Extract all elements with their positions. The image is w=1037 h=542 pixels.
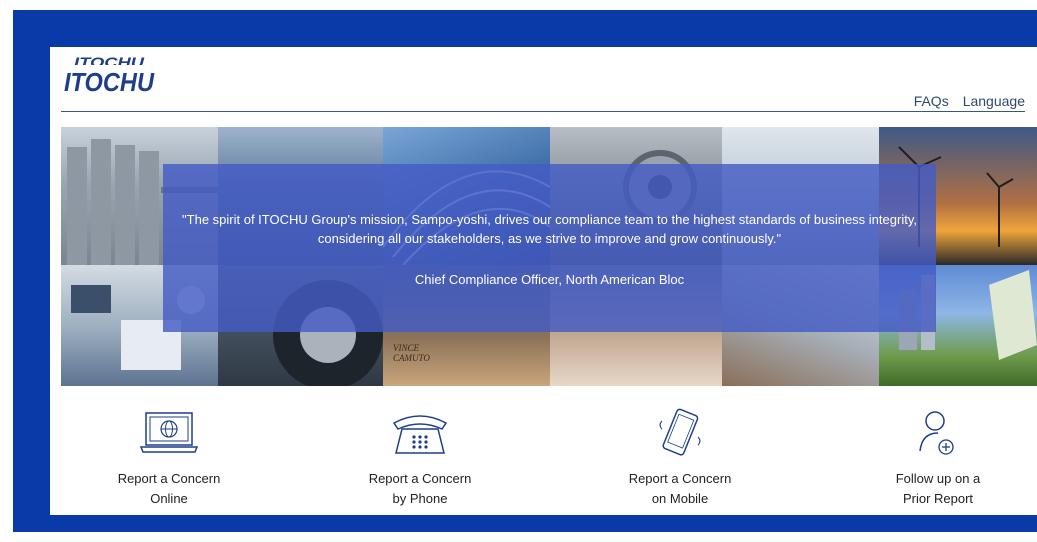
action-online-line1: Report a Concern — [117, 471, 221, 486]
telephone-icon — [330, 407, 510, 459]
quote-overlay: "The spirit of ITOCHU Group's mission, S… — [163, 164, 936, 332]
header-divider — [61, 111, 1025, 112]
report-actions: Report a Concern Online Report a Concern — [50, 407, 1037, 515]
mobile-phone-icon — [590, 407, 770, 459]
action-phone-line1: Report a Concern — [368, 471, 472, 486]
action-followup-line1: Follow up on a — [895, 471, 981, 486]
report-mobile-button[interactable]: Report a Concern on Mobile — [590, 407, 770, 509]
vince-camuto-sign: VINCE CAMUTO — [393, 343, 430, 363]
action-followup-line2: Prior Report — [902, 491, 974, 506]
laptop-globe-icon — [79, 407, 259, 459]
main-panel: ITOCHU ITOCHU FAQs Language VINCE CAMUTO… — [50, 47, 1037, 515]
report-online-button[interactable]: Report a Concern Online — [79, 407, 259, 509]
follow-up-button[interactable]: Follow up on a Prior Report — [848, 407, 1028, 509]
hero-attribution: Chief Compliance Officer, North American… — [414, 272, 685, 287]
action-mobile-line1: Report a Concern — [628, 471, 732, 486]
action-mobile-line2: on Mobile — [651, 491, 709, 506]
hero-quote: "The spirit of ITOCHU Group's mission, S… — [182, 212, 917, 246]
hero-banner: VINCE CAMUTO "The spirit of ITOCHU Group… — [61, 127, 1037, 386]
itochu-logo[interactable]: ITOCHU ITOCHU — [61, 56, 161, 96]
action-online-line2: Online — [150, 491, 188, 506]
top-nav: FAQs Language — [914, 93, 1025, 109]
action-phone-line2: by Phone — [392, 491, 448, 506]
header: ITOCHU ITOCHU FAQs Language — [50, 47, 1037, 113]
user-add-icon — [848, 407, 1028, 459]
language-link[interactable]: Language — [963, 93, 1025, 109]
report-phone-button[interactable]: Report a Concern by Phone — [330, 407, 510, 509]
svg-text:ITOCHU: ITOCHU — [64, 67, 155, 96]
faqs-link[interactable]: FAQs — [914, 93, 949, 109]
